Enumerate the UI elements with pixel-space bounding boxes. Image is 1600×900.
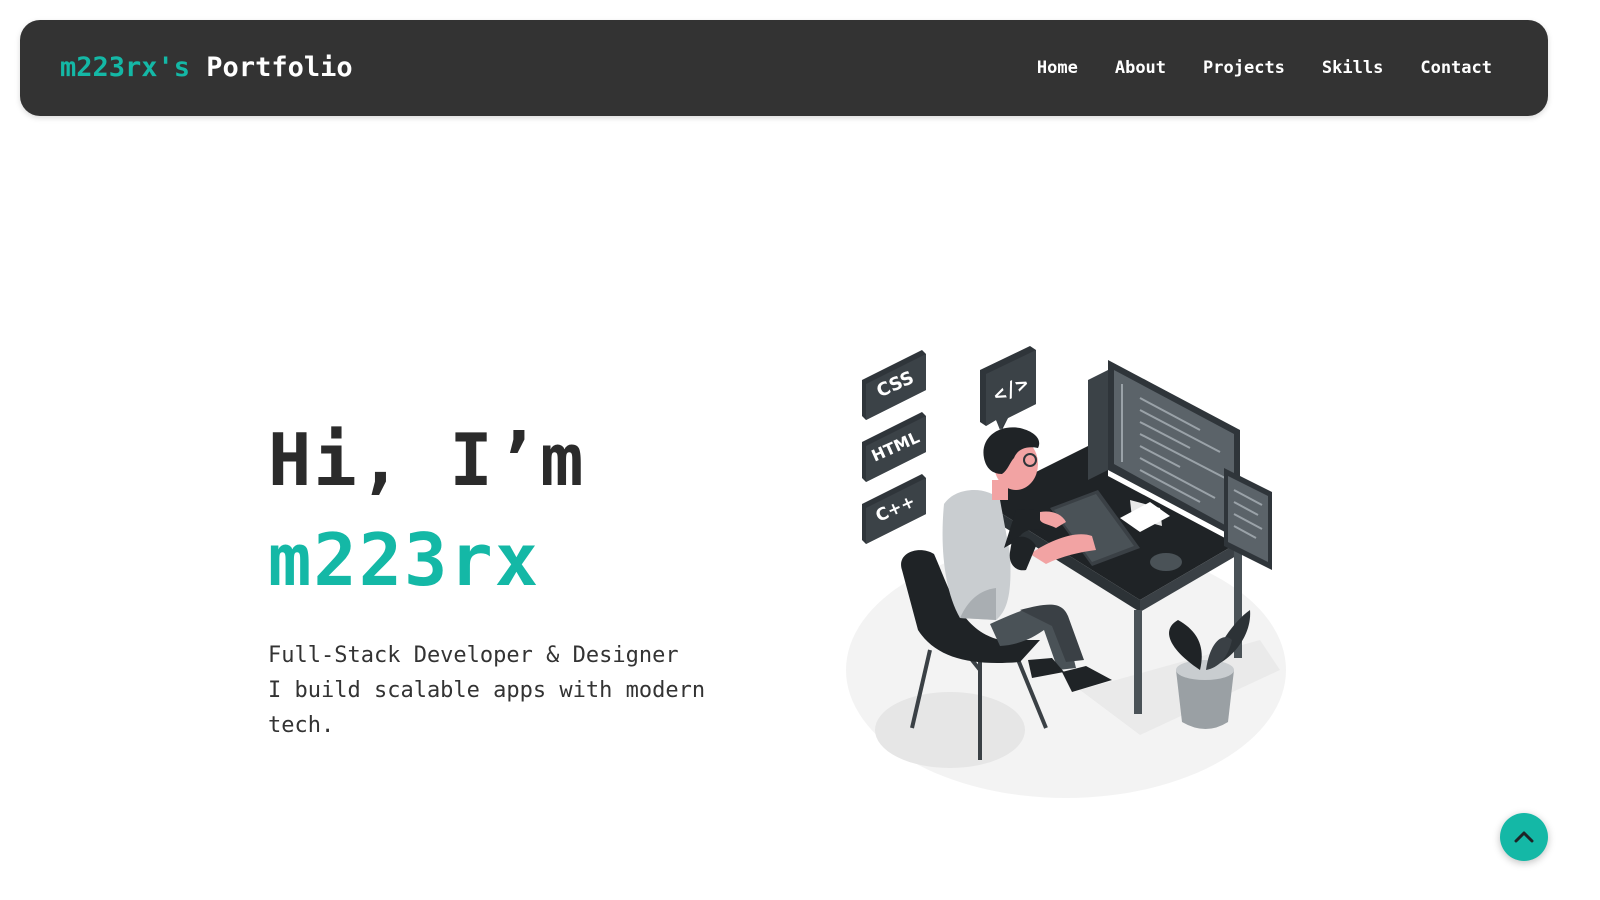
css-badge: CSS [862,350,926,420]
developer-illustration: CSS HTML C++ </> [840,340,1300,810]
chevron-up-icon [1514,831,1534,843]
brand-rest: Portfolio [190,52,353,83]
main-nav: Home About Projects Skills Contact [1037,56,1492,80]
code-bubble-icon: </> [980,346,1036,430]
cpp-badge: C++ [862,474,926,544]
nav-contact[interactable]: Contact [1420,56,1492,80]
hero-tagline-line2: I build scalable apps with modern tech. [268,678,706,738]
nav-home[interactable]: Home [1037,56,1078,80]
nav-projects[interactable]: Projects [1203,56,1285,80]
nav-about[interactable]: About [1115,56,1166,80]
hero-name: m223rx [268,518,541,602]
navbar: m223rx's Portfolio Home About Projects S… [20,20,1548,116]
brand-accent: m223rx's [60,52,191,83]
nav-skills[interactable]: Skills [1322,56,1383,80]
hero-section: Hi, I’m m223rx Full-Stack Developer & De… [268,410,768,743]
brand-logo[interactable]: m223rx's Portfolio [60,52,353,84]
developer-illustration-svg: CSS HTML C++ </> [846,346,1286,798]
html-badge: HTML [862,412,926,482]
scroll-to-top-button[interactable] [1500,813,1548,861]
hero-tagline-line1: Full-Stack Developer & Designer [268,643,679,668]
hero-tagline: Full-Stack Developer & Designer I build … [268,638,748,743]
hero-greeting: Hi, I’m [268,418,586,502]
